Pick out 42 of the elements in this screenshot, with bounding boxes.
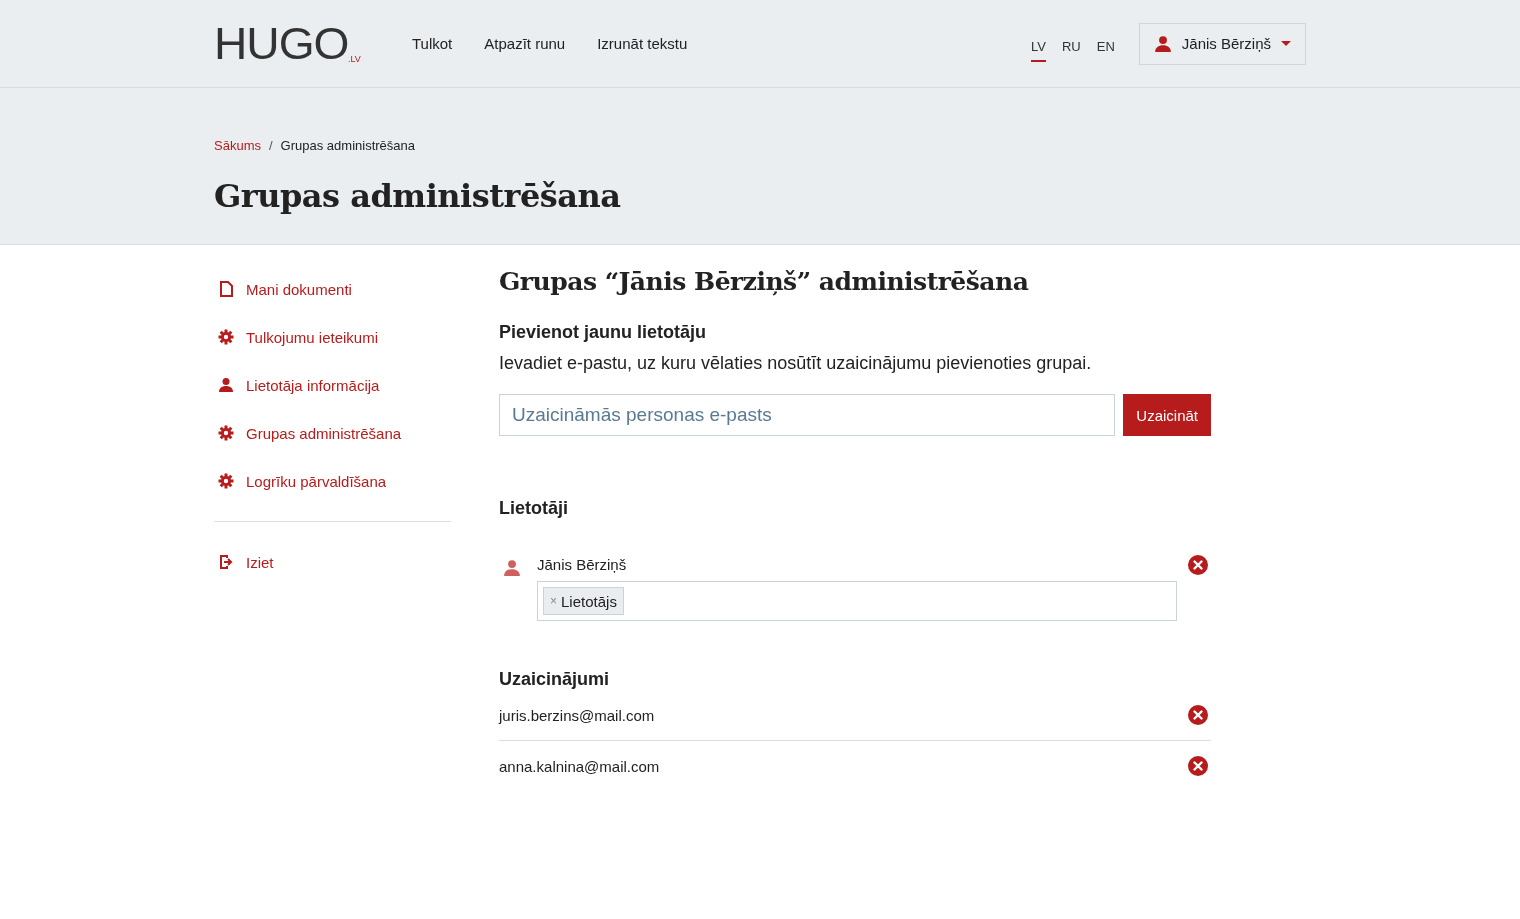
invitation-email: anna.kalnina@mail.com — [499, 757, 660, 775]
roles-field[interactable]: × Lietotājs — [537, 581, 1177, 621]
sidebar-item[interactable]: Tulkojumu ieteikumi — [214, 313, 451, 361]
nav-link[interactable]: Tulkot — [412, 35, 453, 52]
language-tab[interactable]: EN — [1096, 33, 1115, 62]
sidebar-item[interactable]: Logrīku pārvaldīšana — [214, 457, 451, 505]
settings-icon — [218, 473, 234, 489]
section-heading: Lietotāji — [499, 498, 569, 519]
logo[interactable]: HUGO.LV — [214, 23, 412, 64]
email-input-field[interactable]: Uzaicināmās personas e-pasts — [499, 394, 1116, 436]
logout-link[interactable]: Iziet — [214, 538, 451, 586]
sidebar-item[interactable]: Mani dokumenti — [214, 265, 451, 313]
document-icon — [218, 281, 234, 297]
user-icon — [1153, 34, 1172, 53]
remove-icon[interactable] — [1188, 756, 1208, 776]
remove-icon[interactable] — [1188, 555, 1208, 575]
user-name: Jānis Bērziņš — [537, 555, 628, 575]
user-icon — [503, 559, 521, 577]
invite-button[interactable]: Uzaicināt — [1123, 394, 1211, 436]
breadcrumb-separator: / — [268, 138, 273, 153]
remove-icon[interactable] — [1188, 705, 1208, 725]
page-title: Grupas administrēšana — [214, 177, 622, 215]
section-title: Grupas “Jānis Bērziņš” administrēšana — [499, 267, 1030, 296]
logout-icon — [218, 554, 234, 570]
invitation-email: juris.berzins@mail.com — [499, 706, 655, 724]
section-heading: Uzaicinājumi — [499, 669, 611, 690]
breadcrumb-current: Grupas administrēšana — [280, 138, 415, 153]
user-icon — [218, 377, 234, 393]
breadcrumb-link[interactable]: Sākums — [214, 138, 261, 153]
settings-icon — [218, 329, 234, 345]
description-text: Ievadiet e-pastu, uz kuru vēlaties nosūtīt uzaicinājumu pievienoties grupai. — [499, 353, 1093, 374]
sidebar-item[interactable]: Grupas administrēšana — [214, 409, 451, 457]
nav-link[interactable]: Izrunāt tekstu — [597, 35, 688, 52]
language-tab[interactable]: LV — [1031, 33, 1046, 62]
sidebar-item[interactable]: Lietotāja informācija — [214, 361, 451, 409]
settings-icon — [218, 425, 234, 441]
caret-icon — [1281, 40, 1291, 47]
nav-link[interactable]: Atpazīt runu — [484, 35, 566, 52]
role-label: Lietotājs — [561, 592, 617, 610]
section-heading: Pievienot jaunu lietotāju — [499, 322, 708, 343]
language-tab[interactable]: RU — [1061, 33, 1081, 62]
user-menu-button[interactable]: Jānis Bērziņš — [1138, 22, 1306, 65]
